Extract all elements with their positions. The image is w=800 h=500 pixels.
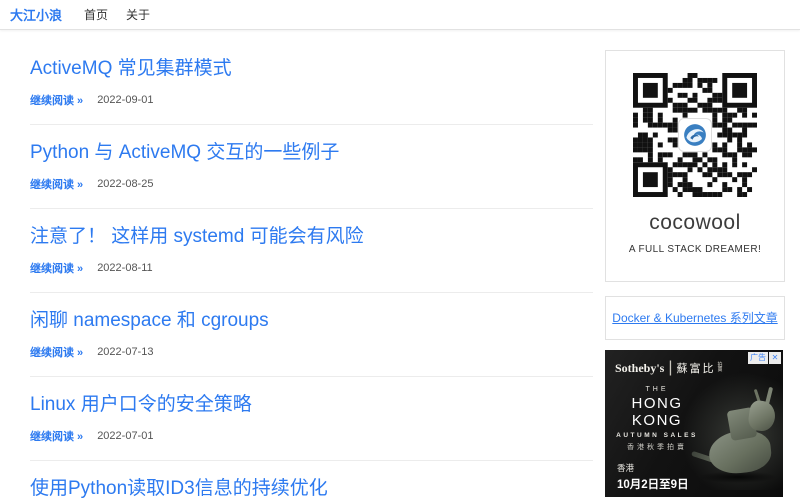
profile-card: cocowool A FULL STACK DREAMER! (605, 50, 785, 282)
post-meta: 继续阅读 » 2022-07-01 (30, 428, 593, 443)
post-item: Python 与 ActiveMQ 交互的一些例子 继续阅读 » 2022-08… (30, 140, 593, 209)
profile-name: cocowool (649, 211, 741, 234)
nav-item-home[interactable]: 首页 (84, 6, 108, 23)
series-link-box: Docker & Kubernetes 系列文章 (605, 296, 785, 340)
post-item: 使用Python读取ID3信息的持续优化 (30, 476, 593, 500)
post-date: 2022-07-13 (97, 345, 154, 358)
ad-headline-the: THE (645, 386, 669, 393)
advertiser-name: Sotheby's (615, 360, 665, 375)
post-divider (30, 460, 593, 461)
post-meta: 继续阅读 » 2022-09-01 (30, 92, 593, 107)
post-meta: 继续阅读 » 2022-07-13 (30, 344, 593, 359)
post-meta: 继续阅读 » 2022-08-11 (30, 260, 593, 275)
post-date: 2022-08-25 (97, 177, 154, 190)
post-item: ActiveMQ 常见集群模式 继续阅读 » 2022-09-01 (30, 56, 593, 125)
ad-location: 香港 (617, 463, 635, 473)
logo-divider: | (668, 359, 673, 376)
post-list: ActiveMQ 常见集群模式 继续阅读 » 2022-09-01 Python… (30, 30, 593, 500)
post-divider (30, 124, 593, 125)
advertiser-name-small: 拍賣 (717, 362, 723, 373)
advertisement-banner[interactable]: 广告 ✕ Sotheby's | 蘇富比 拍賣 THE HONG KONG AU… (605, 350, 783, 497)
read-more-link[interactable]: 继续阅读 » (30, 344, 83, 360)
post-meta: 继续阅读 » 2022-08-25 (30, 176, 593, 191)
ad-close-icon[interactable]: ✕ (769, 352, 781, 364)
post-title-link[interactable]: 闲聊 namespace 和 cgroups (30, 308, 269, 334)
advertiser-name-cn: 蘇富比 (676, 363, 716, 375)
post-date: 2022-09-01 (97, 93, 154, 106)
post-title-link[interactable]: Linux 用户口令的安全策略 (30, 392, 252, 418)
sidebar: cocowool A FULL STACK DREAMER! Docker & … (605, 30, 785, 500)
post-title-link[interactable]: ActiveMQ 常见集群模式 (30, 56, 232, 82)
profile-tagline: A FULL STACK DREAMER! (628, 244, 762, 255)
post-date: 2022-07-01 (97, 429, 154, 442)
post-date: 2022-08-11 (97, 261, 153, 274)
post-title-link[interactable]: 使用Python读取ID3信息的持续优化 (30, 476, 328, 500)
post-item: 注意了！ 这样用 systemd 可能会有风险 继续阅读 » 2022-08-1… (30, 224, 593, 293)
ad-headline-cn: 香港秋季拍賣 (627, 444, 687, 451)
site-brand-link[interactable]: 大江小浪 (10, 5, 62, 24)
post-title-link[interactable]: Python 与 ActiveMQ 交互的一些例子 (30, 140, 339, 166)
read-more-link[interactable]: 继续阅读 » (30, 428, 83, 444)
post-item: 闲聊 namespace 和 cgroups 继续阅读 » 2022-07-13 (30, 308, 593, 377)
ad-choices: 广告 ✕ (748, 352, 781, 364)
post-divider (30, 376, 593, 377)
qr-code (633, 73, 757, 197)
post-divider (30, 208, 593, 209)
ad-headline-city: HONG KONG (631, 395, 683, 429)
ad-headline: THE HONG KONG AUTUMN SALES 香港秋季拍賣 (605, 386, 709, 452)
ad-headline-sales: AUTUMN SALES (616, 432, 698, 439)
wave-logo-icon (678, 118, 712, 152)
read-more-link[interactable]: 继续阅读 » (30, 260, 83, 276)
top-navbar: 大江小浪 首页 关于 (0, 0, 800, 30)
page-body: ActiveMQ 常见集群模式 继续阅读 » 2022-09-01 Python… (0, 30, 800, 500)
ad-info-label[interactable]: 广告 (748, 352, 768, 364)
post-title-link[interactable]: 注意了！ 这样用 systemd 可能会有风险 (30, 224, 364, 250)
ad-dates: 10月2日至9日 (617, 479, 689, 491)
post-item: Linux 用户口令的安全策略 继续阅读 » 2022-07-01 (30, 392, 593, 461)
read-more-link[interactable]: 继续阅读 » (30, 176, 83, 192)
nav-item-about[interactable]: 关于 (126, 6, 150, 23)
read-more-link[interactable]: 继续阅读 » (30, 92, 83, 108)
post-divider (30, 292, 593, 293)
series-link[interactable]: Docker & Kubernetes 系列文章 (612, 311, 777, 325)
